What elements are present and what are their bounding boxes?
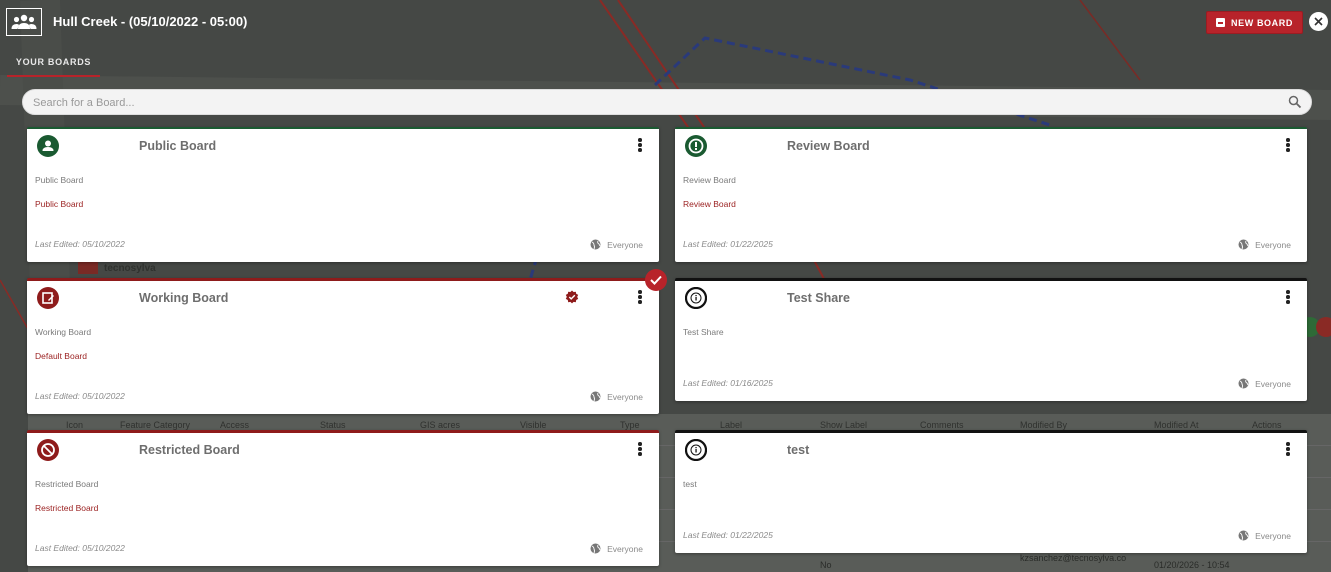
board-last-edited: Last Edited: 01/22/2025: [683, 530, 773, 540]
board-share: Everyone: [1238, 239, 1291, 250]
board-share-label: Everyone: [1255, 378, 1291, 389]
board-share: Everyone: [1238, 378, 1291, 389]
board-description: Working Board: [35, 327, 92, 337]
globe-icon: [1238, 530, 1249, 541]
bg-col-label: Label: [720, 420, 743, 430]
search-input[interactable]: [33, 94, 1273, 111]
info-icon: [685, 439, 707, 461]
bg-col-modified-at: Modified At: [1154, 420, 1199, 430]
board-share: Everyone: [590, 391, 643, 402]
block-icon: [37, 439, 59, 461]
bg-col-type: Type: [620, 420, 640, 430]
close-icon: [1314, 17, 1323, 26]
board-last-edited: Last Edited: 01/16/2025: [683, 378, 773, 388]
board-last-edited: Last Edited: 01/22/2025: [683, 239, 773, 249]
board-card-restricted[interactable]: Restricted Board Restricted Board Restri…: [27, 430, 659, 566]
board-card-public[interactable]: Public Board Public Board Public Board L…: [27, 127, 659, 262]
board-share-label: Everyone: [607, 391, 643, 402]
board-share-label: Everyone: [607, 543, 643, 554]
board-share: Everyone: [590, 543, 643, 554]
map-logo: tecnosylva: [78, 261, 168, 275]
board-subtitle: Public Board: [35, 199, 84, 209]
board-card-test[interactable]: test test Last Edited: 01/22/2025 Everyo…: [675, 430, 1307, 553]
board-title: Restricted Board: [139, 443, 240, 457]
board-share-label: Everyone: [607, 239, 643, 250]
board-subtitle: Default Board: [35, 351, 87, 361]
more-vert-icon[interactable]: [1286, 442, 1290, 458]
verified-icon: [565, 290, 579, 304]
bg-cell-modified-by: kzsanchez@tecnosylva.co: [1020, 553, 1127, 563]
bg-col-feature-category: Feature Category: [120, 420, 191, 430]
bg-col-access: Access: [220, 420, 250, 430]
board-last-edited: Last Edited: 05/10/2022: [35, 239, 125, 249]
map-logo-text: tecnosylva: [104, 262, 156, 274]
board-title: Public Board: [139, 139, 217, 153]
search-icon[interactable]: [1288, 95, 1302, 109]
bg-col-status: Status: [320, 420, 346, 430]
more-vert-icon[interactable]: [638, 290, 642, 306]
edit-note-icon: [37, 287, 59, 309]
board-last-edited: Last Edited: 05/10/2022: [35, 543, 125, 553]
review-icon: [685, 135, 707, 157]
board-description: Test Share: [683, 327, 724, 337]
bg-cell-modified-at: 01/20/2026 - 10:54: [1154, 560, 1230, 570]
dialog-title: Hull Creek - (05/10/2022 - 05:00): [53, 14, 248, 29]
bg-col-visible: Visible: [520, 420, 547, 430]
globe-icon: [590, 391, 601, 402]
board-title: Test Share: [787, 291, 850, 305]
selected-check-badge: [645, 269, 667, 291]
more-vert-icon[interactable]: [638, 138, 642, 154]
bg-col-modified-by: Modified By: [1020, 420, 1068, 430]
board-description: Public Board: [35, 175, 84, 185]
bg-col-gis-acres: GIS acres: [420, 420, 461, 430]
search-bar: [22, 89, 1312, 115]
board-subtitle: Review Board: [683, 199, 736, 209]
board-share: Everyone: [590, 239, 643, 250]
person-icon: [37, 135, 59, 157]
bg-col-icon: Icon: [66, 420, 84, 430]
tab-your-boards[interactable]: YOUR BOARDS: [7, 52, 100, 77]
add-box-icon: [1216, 18, 1226, 27]
globe-icon: [590, 543, 601, 554]
more-vert-icon[interactable]: [638, 442, 642, 458]
bg-col-show-label: Show Label: [820, 420, 868, 430]
globe-icon: [1238, 378, 1249, 389]
board-subtitle: Restricted Board: [35, 503, 99, 513]
board-share: Everyone: [1238, 530, 1291, 541]
board-description: test: [683, 479, 697, 489]
board-share-label: Everyone: [1255, 530, 1291, 541]
board-title: Working Board: [139, 291, 229, 305]
bg-col-comments: Comments: [920, 420, 964, 430]
new-board-label: NEW BOARD: [1231, 17, 1293, 28]
group-icon: [6, 8, 42, 36]
dialog-header: Hull Creek - (05/10/2022 - 05:00) NEW BO…: [0, 0, 1331, 44]
bg-cell-visible: No: [820, 560, 832, 570]
bg-col-actions: Actions: [1252, 420, 1282, 430]
check-icon: [650, 275, 662, 285]
board-last-edited: Last Edited: 05/10/2022: [35, 391, 125, 401]
more-vert-icon[interactable]: [1286, 290, 1290, 306]
board-share-label: Everyone: [1255, 239, 1291, 250]
board-card-test-share[interactable]: Test Share Test Share Last Edited: 01/16…: [675, 278, 1307, 401]
board-card-review[interactable]: Review Board Review Board Review Board L…: [675, 127, 1307, 262]
board-description: Review Board: [683, 175, 736, 185]
board-description: Restricted Board: [35, 479, 99, 489]
more-vert-icon[interactable]: [1286, 138, 1290, 154]
info-icon: [685, 287, 707, 309]
globe-icon: [590, 239, 601, 250]
globe-icon: [1238, 239, 1249, 250]
board-title: Review Board: [787, 139, 870, 153]
board-title: test: [787, 443, 810, 457]
close-button[interactable]: [1309, 12, 1328, 31]
new-board-button[interactable]: NEW BOARD: [1206, 11, 1303, 34]
